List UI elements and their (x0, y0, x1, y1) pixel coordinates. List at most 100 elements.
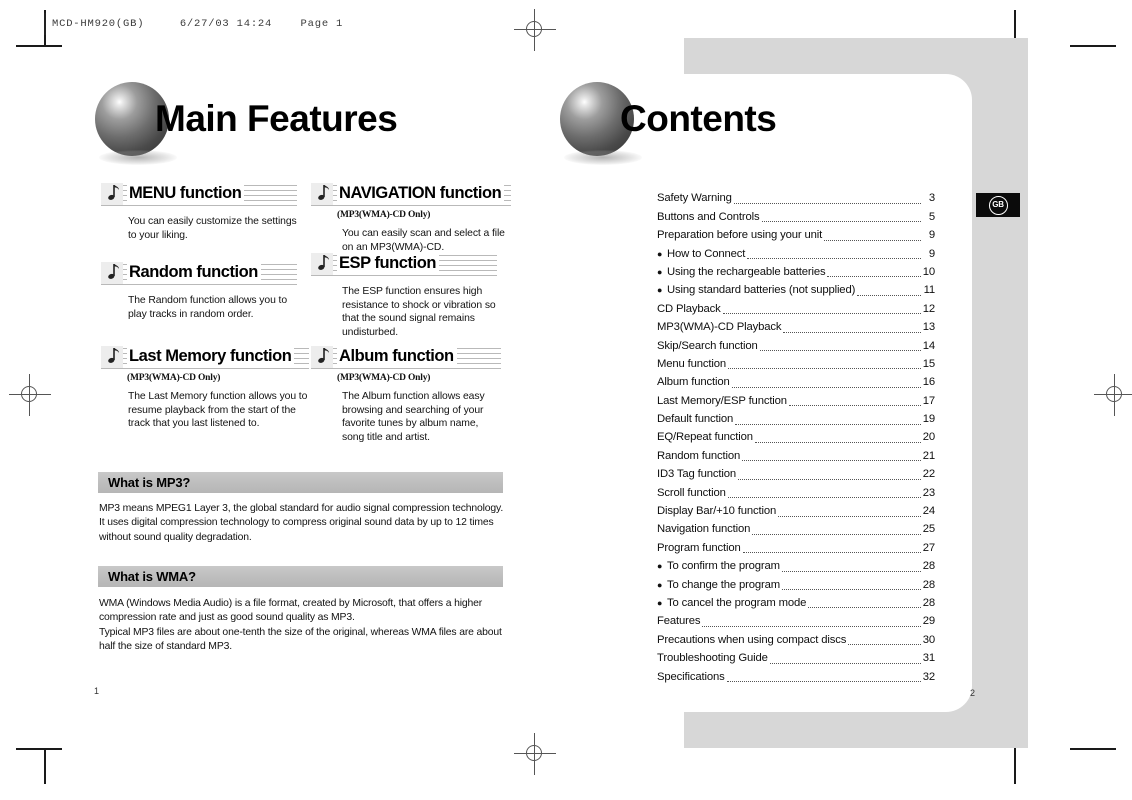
toc-row[interactable]: Skip/Search function 14 (657, 335, 935, 353)
feature-title: NAVIGATION function (337, 182, 505, 204)
toc-page-number: 25 (922, 523, 935, 536)
music-note-icon (101, 346, 123, 368)
toc-entry-label: To cancel the program mode (667, 596, 807, 609)
toc-leader-dots (742, 552, 921, 554)
feature-body: The Random function allows you to play t… (128, 295, 287, 320)
toc-page-number: 29 (922, 615, 935, 628)
toc-row[interactable]: Precautions when using compact discs 30 (657, 629, 935, 647)
toc-row[interactable]: Program function 27 (657, 537, 935, 555)
toc-page-number: 28 (922, 578, 935, 591)
left-page: Main Features MENU function You can easi… (0, 0, 545, 800)
toc-leader-dots (727, 497, 921, 499)
toc-leader-dots (761, 221, 921, 223)
toc-leader-dots (742, 460, 921, 462)
toc-leader-dots (808, 607, 921, 609)
toc-row[interactable]: Troubleshooting Guide 31 (657, 648, 935, 666)
toc-row[interactable]: Display Bar/+10 function 24 (657, 501, 935, 519)
toc-page-number: 12 (922, 302, 935, 315)
toc-leader-dots (848, 644, 921, 646)
toc-row[interactable]: Navigation function 25 (657, 519, 935, 537)
section-heading: What is WMA? (108, 569, 196, 584)
toc-entry-label: Specifications (657, 670, 725, 683)
feature-subtitle: (MP3(WMA)-CD Only) (337, 373, 431, 383)
toc-page-number: 5 (928, 210, 935, 223)
feature-menu-function: MENU function You can easily customize t… (101, 182, 297, 242)
toc-bullet-icon: ● (657, 266, 663, 277)
feature-last-memory-function: Last Memory function (MP3(WMA)-CD Only) … (101, 345, 309, 431)
toc-row[interactable]: ● To change the program 28 (657, 574, 935, 592)
feature-subtitle: (MP3(WMA)-CD Only) (127, 373, 221, 383)
toc-row[interactable]: Buttons and Controls 5 (657, 206, 935, 224)
toc-leader-dots (747, 258, 921, 260)
toc-leader-dots (726, 681, 921, 683)
feature-body: The Album function allows easy browsing … (342, 391, 485, 443)
toc-row[interactable]: EQ/Repeat function 20 (657, 427, 935, 445)
toc-row[interactable]: MP3(WMA)-CD Playback 13 (657, 317, 935, 335)
toc-leader-dots (735, 423, 921, 425)
toc-entry-label: To confirm the program (667, 560, 780, 573)
toc-leader-dots (783, 331, 921, 333)
toc-leader-dots (824, 239, 921, 241)
toc-entry-label: Album function (657, 376, 730, 389)
feature-esp-function: ESP function The ESP function ensures hi… (311, 252, 497, 339)
toc-row[interactable]: Preparation before using your unit 9 (657, 225, 935, 243)
toc-entry-label: Buttons and Controls (657, 210, 760, 223)
toc-row[interactable]: ID3 Tag function 22 (657, 464, 935, 482)
toc-bullet-icon: ● (657, 597, 663, 608)
toc-page-number: 19 (922, 413, 935, 426)
section-bar-what-is-wma: What is WMA? (98, 566, 503, 587)
toc-entry-label: Preparation before using your unit (657, 229, 823, 242)
toc-page-number: 15 (922, 357, 935, 370)
toc-entry-label: Menu function (657, 357, 727, 370)
toc-leader-dots (769, 662, 921, 664)
toc-entry-label: Navigation function (657, 523, 751, 536)
toc-row[interactable]: ● To confirm the program 28 (657, 556, 935, 574)
toc-page-number: 31 (922, 652, 935, 665)
toc-row[interactable]: Album function 16 (657, 372, 935, 390)
toc-row[interactable]: ● Using the rechargeable batteries 10 (657, 262, 935, 280)
toc-entry-label: Using standard batteries (not supplied) (667, 284, 856, 297)
toc-entry-label: Display Bar/+10 function (657, 505, 777, 518)
toc-page-number: 28 (922, 560, 935, 573)
toc-row[interactable]: Default function 19 (657, 409, 935, 427)
toc-row[interactable]: Specifications 32 (657, 666, 935, 684)
toc-bullet-icon: ● (657, 579, 663, 590)
toc-leader-dots (752, 533, 921, 535)
page-number-right: 2 (970, 688, 976, 698)
toc-entry-label: ID3 Tag function (657, 468, 737, 481)
toc-page-number: 3 (928, 192, 935, 205)
toc-leader-dots (733, 202, 921, 204)
toc-row[interactable]: ● Using standard batteries (not supplied)… (657, 280, 935, 298)
toc-row[interactable]: ● To cancel the program mode 28 (657, 593, 935, 611)
toc-row[interactable]: Menu function 15 (657, 354, 935, 372)
toc-leader-dots (738, 478, 921, 480)
toc-row[interactable]: Last Memory/ESP function 17 (657, 390, 935, 408)
toc-row[interactable]: Scroll function 23 (657, 482, 935, 500)
toc-entry-label: To change the program (667, 578, 781, 591)
toc-leader-dots (857, 294, 921, 296)
toc-page-number: 32 (922, 670, 935, 683)
toc-leader-dots (754, 441, 921, 443)
feature-body: You can easily scan and select a file on… (342, 228, 505, 253)
toc-entry-label: EQ/Repeat function (657, 431, 753, 444)
toc-row[interactable]: ● How to Connect 9 (657, 243, 935, 261)
toc-row[interactable]: Random function 21 (657, 445, 935, 463)
toc-bullet-icon: ● (657, 248, 663, 259)
gb-badge-label: GB (988, 195, 1008, 215)
toc-row[interactable]: CD Playback 12 (657, 298, 935, 316)
music-note-icon (101, 183, 123, 205)
toc-page-number: 24 (922, 505, 935, 518)
toc-row[interactable]: Safety Warning 3 (657, 188, 935, 206)
music-note-icon (311, 346, 333, 368)
table-of-contents: Safety Warning 3 Buttons and Controls 5 Prep… (657, 188, 935, 685)
toc-row[interactable]: Features 29 (657, 611, 935, 629)
toc-entry-label: How to Connect (667, 247, 746, 260)
toc-page-number: 11 (923, 284, 936, 297)
contents-title: Contents (620, 98, 777, 139)
toc-entry-label: Random function (657, 449, 741, 462)
toc-entry-label: Safety Warning (657, 192, 732, 205)
toc-page-number: 14 (922, 339, 935, 352)
language-badge-gb: GB (976, 193, 1020, 217)
feature-body: The ESP function ensures high resistance… (342, 286, 496, 338)
toc-page-number: 23 (922, 486, 935, 499)
